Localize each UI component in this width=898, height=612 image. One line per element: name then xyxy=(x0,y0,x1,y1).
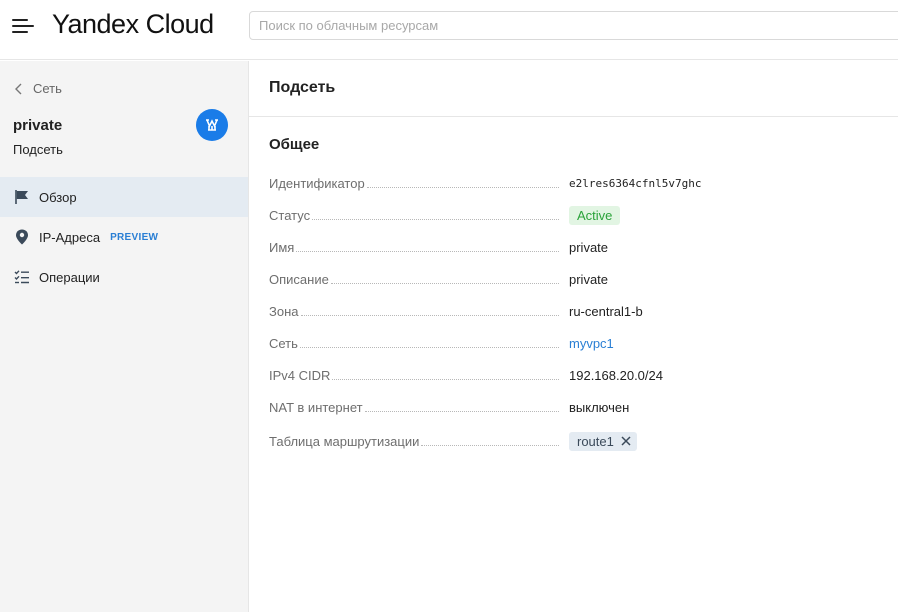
property-key: NAT в интернет xyxy=(269,399,363,415)
property-key: Статус xyxy=(269,207,311,223)
checklist-icon xyxy=(13,268,31,286)
nat-value: выключен xyxy=(569,399,630,415)
page-title: Подсеть xyxy=(269,79,336,96)
name-value: private xyxy=(569,239,609,255)
sidebar-nav: Обзор IP-Адреса PREVIEW Операции xyxy=(0,177,248,297)
preview-badge: PREVIEW xyxy=(110,231,159,243)
property-row-zone: Зона ru-central1-b xyxy=(269,295,869,327)
divider xyxy=(249,116,898,117)
sidebar-item-operations[interactable]: Операции xyxy=(0,257,248,297)
close-icon[interactable] xyxy=(621,436,631,446)
status-badge: Active xyxy=(569,205,621,225)
logo[interactable]: Yandex Cloud xyxy=(52,9,214,40)
network-link[interactable]: myvpc1 xyxy=(569,336,614,351)
back-link-label: Сеть xyxy=(33,81,62,96)
subnet-icon xyxy=(196,109,228,141)
sidebar-item-overview[interactable]: Обзор xyxy=(0,177,248,217)
property-key: Имя xyxy=(269,239,295,255)
cidr-value: 192.168.20.0/24 xyxy=(569,367,663,383)
sidebar-item-label: Обзор xyxy=(39,189,77,205)
property-key: Идентификатор xyxy=(269,175,365,191)
resource-name: private xyxy=(13,117,63,134)
property-row-route-table: Таблица маршрутизации route1 xyxy=(269,423,869,459)
sidebar-item-label: IP-Адреса xyxy=(39,229,101,245)
section-title: Общее xyxy=(269,136,320,153)
property-key: Зона xyxy=(269,303,299,319)
back-link[interactable]: Сеть xyxy=(14,81,62,96)
property-row-nat: NAT в интернет выключен xyxy=(269,391,869,423)
chevron-left-icon xyxy=(15,83,22,94)
main-content: Подсеть Общее Идентификатор e2lres6364cf… xyxy=(249,61,898,612)
property-row-name: Имя private xyxy=(269,231,869,263)
property-key: Таблица маршрутизации xyxy=(269,433,420,449)
property-row-network: Сеть myvpc1 xyxy=(269,327,869,359)
top-header: Yandex Cloud xyxy=(0,0,898,60)
zone-value: ru-central1-b xyxy=(569,303,643,319)
location-pin-icon xyxy=(13,228,31,246)
property-row-id: Идентификатор e2lres6364cfnl5v7ghc xyxy=(269,167,869,199)
property-row-cidr: IPv4 CIDR 192.168.20.0/24 xyxy=(269,359,869,391)
property-row-description: Описание private xyxy=(269,263,869,295)
sidebar: Сеть private Подсеть Обзор IP-Адреса PRE… xyxy=(0,61,249,612)
menu-icon[interactable] xyxy=(12,15,34,37)
property-key: Сеть xyxy=(269,335,298,351)
subnet-id-value: e2lres6364cfnl5v7ghc xyxy=(569,176,702,190)
resource-type: Подсеть xyxy=(13,142,63,157)
properties-list: Идентификатор e2lres6364cfnl5v7ghc Стату… xyxy=(269,167,869,459)
route-table-tag[interactable]: route1 xyxy=(569,431,637,451)
search-input[interactable] xyxy=(250,12,898,39)
route-table-label: route1 xyxy=(577,433,614,449)
sidebar-item-label: Операции xyxy=(39,269,100,285)
sidebar-item-ip-addresses[interactable]: IP-Адреса PREVIEW xyxy=(0,217,248,257)
property-key: IPv4 CIDR xyxy=(269,367,331,383)
search-box[interactable] xyxy=(249,11,898,40)
property-row-status: Статус Active xyxy=(269,199,869,231)
description-value: private xyxy=(569,271,609,287)
flag-icon xyxy=(13,188,31,206)
property-key: Описание xyxy=(269,271,329,287)
